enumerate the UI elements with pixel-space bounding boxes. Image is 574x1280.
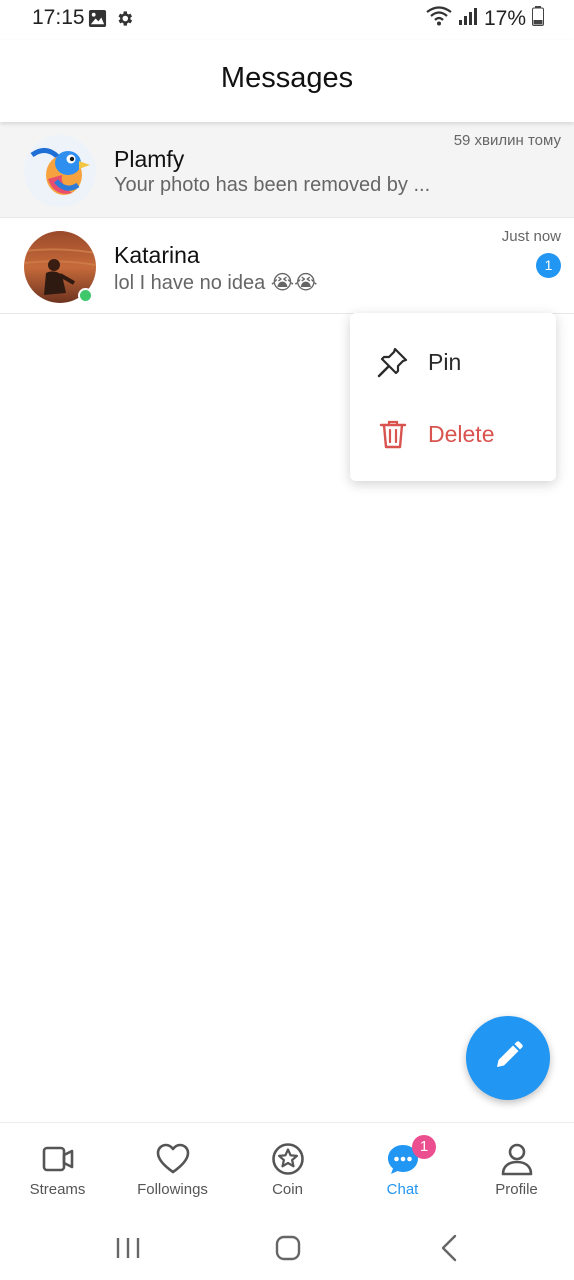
- compose-message-button[interactable]: [466, 1016, 550, 1100]
- conversation-item-katarina[interactable]: Katarina lol I have no idea 😭😭 Just now …: [0, 218, 574, 314]
- chat-badge: 1: [412, 1135, 436, 1159]
- conversation-item-plamfy[interactable]: Plamfy Your photo has been removed by ..…: [0, 122, 574, 218]
- pin-icon: [376, 345, 410, 379]
- battery-icon: [532, 6, 544, 31]
- delete-menu-item[interactable]: Delete: [350, 401, 556, 465]
- home-button[interactable]: [270, 1230, 306, 1266]
- bottom-navigation: Streams Followings Coin 1 Chat Profile: [0, 1122, 574, 1216]
- conversation-name: Plamfy: [114, 146, 185, 172]
- conversation-time: 59 хвилин тому: [453, 132, 561, 149]
- conversation-context-menu: Pin Delete: [350, 313, 556, 481]
- nav-profile[interactable]: Profile: [459, 1123, 574, 1217]
- plamfy-bird-logo-icon: [24, 135, 96, 207]
- system-navigation-bar: [0, 1216, 574, 1280]
- nav-label: Chat: [386, 1181, 419, 1198]
- page-title: Messages: [220, 62, 354, 94]
- nav-label: Streams: [29, 1181, 86, 1198]
- nav-label: Profile: [495, 1181, 538, 1198]
- wifi-icon: [426, 6, 452, 31]
- nav-coin[interactable]: Coin: [230, 1123, 345, 1217]
- nav-streams[interactable]: Streams: [0, 1123, 115, 1217]
- star-coin-icon: [270, 1141, 306, 1177]
- status-bar: 17:15 17%: [0, 0, 574, 40]
- signal-icon: [458, 7, 478, 30]
- video-camera-icon: [40, 1141, 76, 1177]
- pencil-icon: [491, 1039, 525, 1078]
- nav-chat[interactable]: 1 Chat: [345, 1123, 460, 1217]
- status-time: 17:15: [32, 6, 85, 29]
- trash-icon: [376, 417, 410, 451]
- delete-label: Delete: [428, 421, 495, 447]
- avatar: [24, 135, 96, 207]
- heart-icon: [155, 1141, 191, 1177]
- battery-percent: 17%: [483, 6, 526, 30]
- nav-label: Coin: [272, 1181, 303, 1198]
- nav-followings[interactable]: Followings: [115, 1123, 230, 1217]
- conversation-preview: lol I have no idea 😭😭: [114, 272, 318, 294]
- nav-label: Followings: [137, 1181, 208, 1198]
- back-button[interactable]: [432, 1230, 468, 1266]
- conversation-time: Just now: [501, 228, 561, 245]
- unread-badge: 1: [536, 253, 561, 278]
- conversation-name: Katarina: [114, 242, 200, 268]
- app-header: Messages: [0, 40, 574, 122]
- person-icon: [499, 1141, 535, 1177]
- recent-apps-button[interactable]: [110, 1230, 146, 1266]
- pin-menu-item[interactable]: Pin: [350, 329, 556, 393]
- pin-label: Pin: [428, 349, 462, 375]
- conversation-preview: Your photo has been removed by ...: [114, 174, 431, 196]
- online-status-dot: [78, 288, 93, 303]
- image-notification-icon: [88, 9, 107, 33]
- settings-notification-icon: [115, 9, 134, 33]
